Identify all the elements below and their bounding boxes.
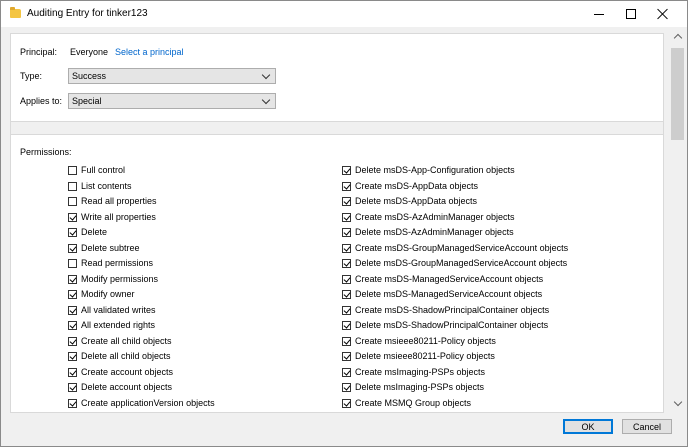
checkbox-icon[interactable] bbox=[342, 352, 351, 361]
checkbox-icon[interactable] bbox=[68, 166, 77, 175]
checkbox-icon[interactable] bbox=[342, 197, 351, 206]
permission-label: Modify owner bbox=[81, 289, 135, 299]
scroll-down-button[interactable] bbox=[669, 395, 686, 412]
scroll-thumb[interactable] bbox=[671, 48, 684, 140]
type-select-value: Success bbox=[72, 71, 107, 81]
permission-label: Delete msDS-ShadowPrincipalContainer obj… bbox=[355, 320, 549, 330]
permission-label: Create msDS-AzAdminManager objects bbox=[355, 211, 515, 222]
content-panel: Principal: Everyone Select a principal T… bbox=[10, 33, 664, 413]
permission-label: Delete account objects bbox=[81, 382, 173, 392]
permission-label: Delete msDS-GroupManagedServiceAccount o… bbox=[355, 258, 568, 268]
checkbox-icon[interactable] bbox=[342, 305, 351, 315]
applies-to-select[interactable]: Special bbox=[68, 93, 276, 109]
permission-label: Write all properties bbox=[81, 211, 156, 222]
permission-label: Delete msDS-App-Configuration objects bbox=[355, 165, 515, 175]
ok-button[interactable]: OK bbox=[563, 419, 613, 434]
permission-label: Create MSMQ Group objects bbox=[355, 397, 472, 408]
permission-label: Create msDS-AppData objects bbox=[355, 180, 479, 191]
vertical-scrollbar[interactable] bbox=[669, 28, 686, 412]
chevron-down-icon bbox=[673, 397, 682, 407]
permission-label: All extended rights bbox=[81, 320, 156, 330]
permission-label: Create account objects bbox=[81, 366, 174, 377]
permission-label: Read all properties bbox=[81, 196, 157, 206]
permission-label: Read permissions bbox=[81, 258, 154, 268]
close-icon bbox=[657, 8, 669, 20]
permission-label: Create all child objects bbox=[81, 335, 172, 346]
checkbox-icon[interactable] bbox=[68, 352, 77, 361]
checkbox-icon[interactable] bbox=[342, 274, 351, 284]
maximize-icon bbox=[626, 9, 636, 19]
permission-label: Full control bbox=[81, 165, 126, 175]
auditing-entry-dialog: Auditing Entry for tinker123 Principal: … bbox=[0, 0, 688, 447]
checkbox-icon[interactable] bbox=[342, 367, 351, 377]
minimize-button[interactable] bbox=[583, 1, 615, 27]
applies-to-select-value: Special bbox=[72, 96, 102, 106]
checkbox-icon[interactable] bbox=[342, 243, 351, 253]
principal-label: Principal: bbox=[20, 47, 58, 57]
checkbox-icon[interactable] bbox=[342, 383, 351, 392]
chevron-down-icon bbox=[261, 95, 271, 105]
checkbox-icon[interactable] bbox=[68, 367, 77, 377]
checkbox-icon[interactable] bbox=[68, 228, 77, 237]
checkbox-icon[interactable] bbox=[342, 166, 351, 175]
folder-icon bbox=[10, 7, 21, 18]
permission-label: Create msieee80211-Policy objects bbox=[355, 335, 496, 346]
permission-label: Delete all child objects bbox=[81, 351, 171, 361]
checkbox-icon[interactable] bbox=[68, 398, 77, 408]
checkbox-icon[interactable] bbox=[342, 259, 351, 268]
title-bar[interactable]: Auditing Entry for tinker123 bbox=[1, 1, 687, 27]
close-button[interactable] bbox=[647, 1, 679, 27]
checkbox-icon[interactable] bbox=[68, 383, 77, 392]
chevron-down-icon bbox=[261, 70, 271, 80]
window-title: Auditing Entry for tinker123 bbox=[27, 8, 148, 19]
type-select[interactable]: Success bbox=[68, 68, 276, 84]
checkbox-icon[interactable] bbox=[342, 290, 351, 299]
permission-label: Create msDS-GroupManagedServiceAccount o… bbox=[355, 242, 569, 253]
permission-label: Create msImaging-PSPs objects bbox=[355, 366, 486, 377]
type-label: Type: bbox=[20, 71, 43, 81]
principal-value: Everyone bbox=[70, 47, 109, 57]
checkbox-icon[interactable] bbox=[68, 259, 77, 268]
section-divider bbox=[11, 121, 663, 135]
checkbox-icon[interactable] bbox=[342, 212, 351, 222]
checkbox-icon[interactable] bbox=[342, 228, 351, 237]
checkbox-icon[interactable] bbox=[68, 243, 77, 253]
checkbox-icon[interactable] bbox=[342, 336, 351, 346]
permission-label: Delete bbox=[81, 227, 108, 237]
minimize-icon bbox=[594, 13, 604, 15]
permission-label: Create msDS-ShadowPrincipalContainer obj… bbox=[355, 304, 550, 315]
permission-label: Delete msImaging-PSPs objects bbox=[355, 382, 485, 392]
checkbox-icon[interactable] bbox=[68, 336, 77, 346]
permission-label: Modify permissions bbox=[81, 273, 159, 284]
maximize-button[interactable] bbox=[615, 1, 647, 27]
checkbox-icon[interactable] bbox=[342, 398, 351, 408]
checkbox-icon[interactable] bbox=[342, 321, 351, 330]
checkbox-icon[interactable] bbox=[342, 181, 351, 191]
chevron-up-icon bbox=[673, 33, 682, 43]
permission-label: Delete subtree bbox=[81, 242, 140, 253]
cancel-button[interactable]: Cancel bbox=[622, 419, 672, 434]
checkbox-icon[interactable] bbox=[68, 290, 77, 299]
permission-label: All validated writes bbox=[81, 304, 156, 315]
permission-label: Delete msDS-AppData objects bbox=[355, 196, 478, 206]
checkbox-icon[interactable] bbox=[68, 274, 77, 284]
permission-label: Create msDS-ManagedServiceAccount object… bbox=[355, 273, 544, 284]
checkbox-icon[interactable] bbox=[68, 212, 77, 222]
permission-label: Delete msDS-AzAdminManager objects bbox=[355, 227, 514, 237]
permission-label: List contents bbox=[81, 180, 132, 191]
checkbox-icon[interactable] bbox=[68, 197, 77, 206]
select-principal-link[interactable]: Select a principal bbox=[115, 47, 184, 57]
applies-to-label: Applies to: bbox=[20, 96, 63, 106]
permission-label: Delete msieee80211-Policy objects bbox=[355, 351, 495, 361]
permissions-heading: Permissions: bbox=[20, 147, 72, 157]
checkbox-icon[interactable] bbox=[68, 305, 77, 315]
checkbox-icon[interactable] bbox=[68, 181, 77, 191]
scroll-up-button[interactable] bbox=[669, 28, 686, 45]
permission-label: Create applicationVersion objects bbox=[81, 397, 215, 408]
permission-label: Delete msDS-ManagedServiceAccount object… bbox=[355, 289, 543, 299]
checkbox-icon[interactable] bbox=[68, 321, 77, 330]
